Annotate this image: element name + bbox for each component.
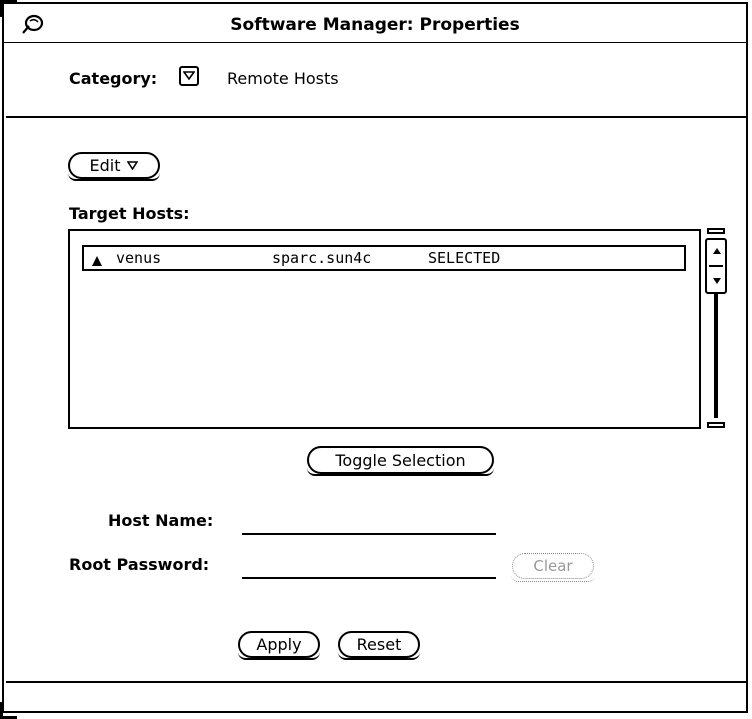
host-glyph-icon	[92, 256, 102, 266]
edit-button-label: Edit	[89, 156, 121, 175]
list-scrollbar[interactable]	[705, 226, 727, 434]
reset-button[interactable]: Reset	[338, 631, 420, 660]
category-menu-button[interactable]	[179, 66, 199, 86]
category-value: Remote Hosts	[227, 69, 339, 88]
toggle-selection-button[interactable]: Toggle Selection	[307, 446, 494, 476]
host-name-label: Host Name:	[108, 511, 214, 530]
menu-triangle-icon	[183, 71, 195, 81]
host-name-field[interactable]	[242, 509, 496, 535]
host-arch-cell: sparc.sun4c	[272, 249, 372, 267]
menu-triangle-icon	[127, 161, 139, 170]
category-label: Category:	[69, 69, 158, 88]
clear-button[interactable]: Clear	[511, 553, 595, 582]
scrollbar-bottom-cable-anchor[interactable]	[707, 422, 725, 428]
apply-button[interactable]: Apply	[238, 631, 320, 660]
scroll-up-arrow-icon[interactable]	[713, 248, 721, 254]
root-password-field[interactable]	[242, 553, 496, 579]
scrollbar-top-cable-anchor[interactable]	[707, 228, 725, 234]
root-password-label: Root Password:	[69, 555, 210, 574]
edit-menu-button[interactable]: Edit	[68, 152, 160, 181]
target-hosts-label: Target Hosts:	[69, 204, 190, 223]
host-name-cell: venus	[116, 249, 162, 267]
window-title: Software Manager: Properties	[230, 15, 520, 35]
title-divider	[4, 42, 746, 43]
host-status-cell: SELECTED	[428, 249, 501, 267]
scroll-down-arrow-icon[interactable]	[713, 278, 721, 284]
resize-corner-bottom-left[interactable]	[0, 702, 17, 719]
scrollbar-cable[interactable]	[714, 294, 718, 418]
scrollbar-elevator[interactable]	[705, 238, 727, 294]
list-item[interactable]: venus sparc.sun4c SELECTED	[82, 245, 686, 271]
elevator-divider	[709, 265, 723, 267]
title-bar[interactable]: Software Manager: Properties	[4, 4, 746, 44]
